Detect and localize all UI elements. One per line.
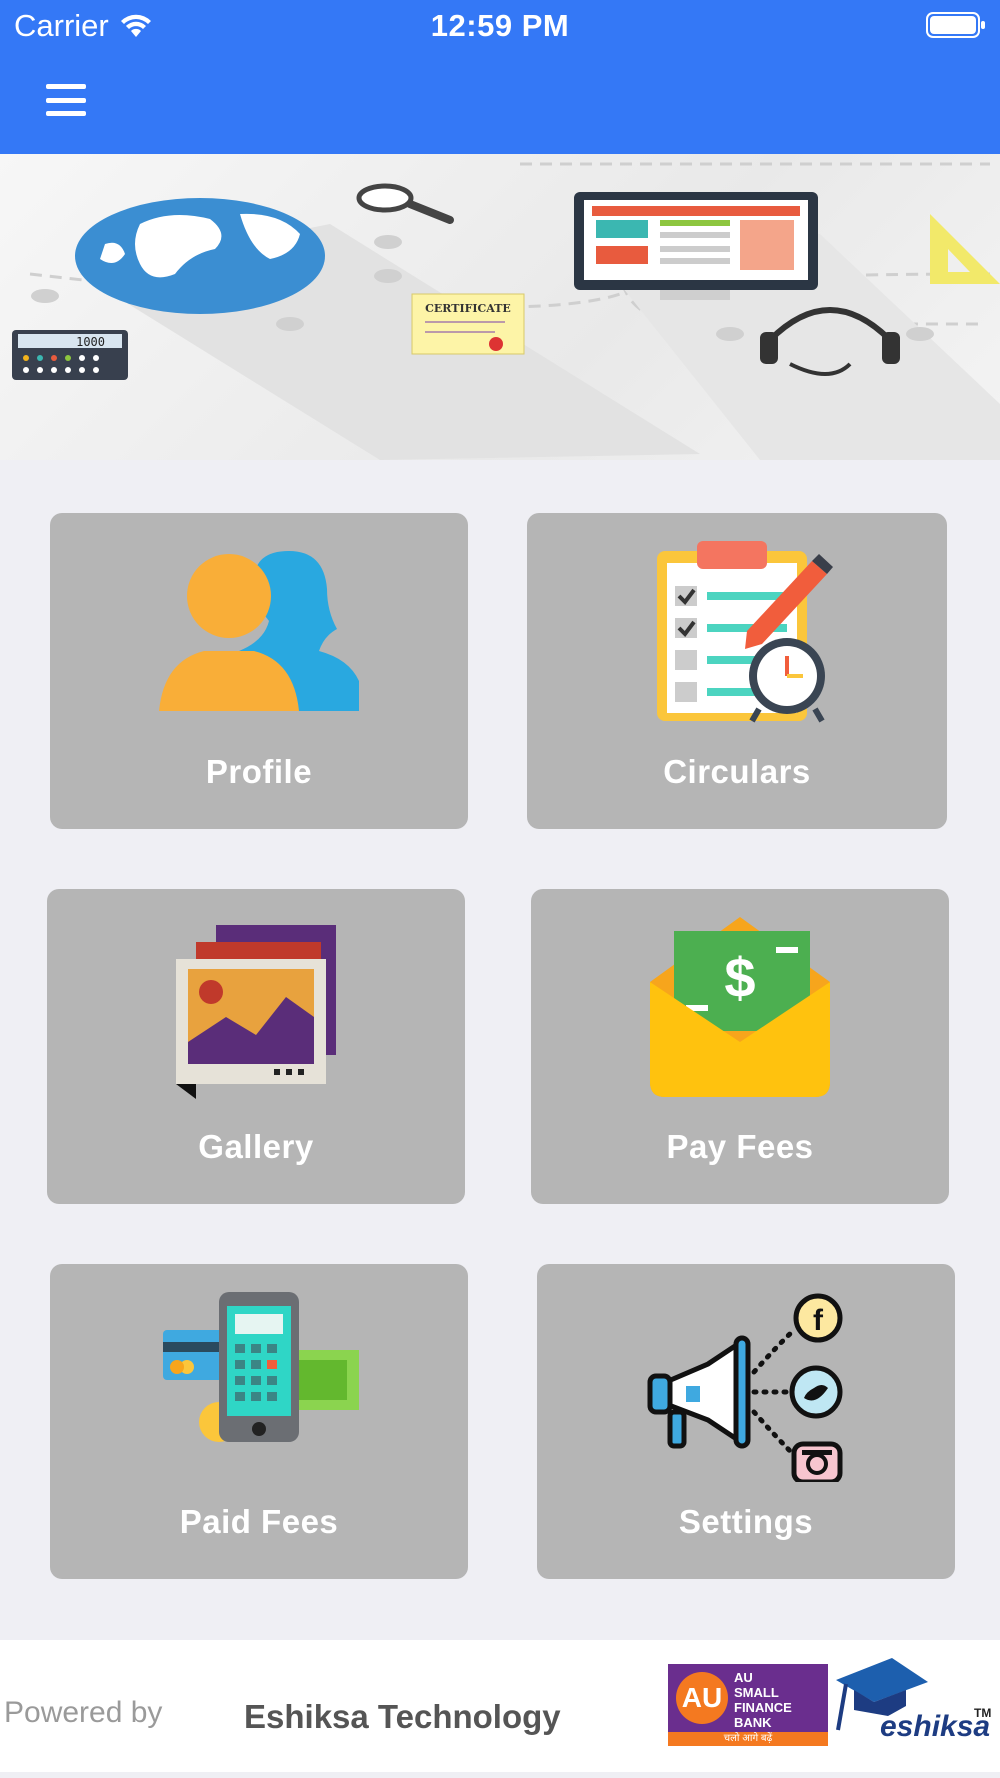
tile-label: Gallery (198, 1128, 314, 1165)
svg-text:f: f (813, 1304, 824, 1337)
trademark: TM (974, 1706, 992, 1720)
tile-label: Settings (678, 1503, 814, 1540)
status-time: 12:59 PM (430, 8, 570, 43)
au-tagline: चलो आगे बढ़ें (668, 1732, 828, 1746)
au-logo-text: AU SMALL FINANCE BANK (734, 1670, 792, 1730)
au-logo-circle: AU (676, 1672, 728, 1724)
facebook-icon: f (793, 1293, 843, 1343)
au-bank-logo: AU AU SMALL FINANCE BANK चलो आगे बढ़ें (668, 1664, 828, 1746)
settings-icon: f (647, 1293, 843, 1482)
tile-gallery[interactable]: Gallery (47, 889, 465, 1204)
hamburger-menu-icon[interactable] (46, 84, 86, 116)
circulars-icon (657, 541, 833, 723)
tile-settings[interactable]: f Settings (537, 1264, 955, 1579)
tile-circulars[interactable]: Circulars (527, 513, 947, 829)
battery-icon (926, 12, 985, 38)
tile-label: Profile (205, 753, 313, 790)
paid-fees-icon (163, 1292, 359, 1442)
tile-paid-fees[interactable]: Paid Fees (50, 1264, 468, 1579)
footer: Powered by Eshiksa Technology AU AU SMAL… (0, 1640, 1000, 1772)
company-name: Eshiksa Technology (244, 1698, 561, 1735)
tile-label: Pay Fees (666, 1128, 814, 1165)
banner-illustration: CERTIFICATE 1000 (12, 162, 1000, 460)
tile-profile[interactable]: Profile (50, 513, 468, 829)
instagram-icon (791, 1441, 843, 1482)
header-banner: CERTIFICATE 1000 (0, 154, 1000, 460)
top-app-bar: Carrier 12:59 PM (0, 0, 1000, 154)
magnifier-icon (356, 183, 454, 224)
svg-text:$: $ (724, 946, 755, 1009)
gallery-icon (176, 925, 336, 1099)
twitter-icon (789, 1365, 843, 1419)
powered-by-label: Powered by (4, 1696, 163, 1729)
triangle-ruler-icon (930, 214, 1000, 284)
tile-pay-fees[interactable]: $ Pay Fees (531, 889, 949, 1204)
tile-label: Circulars (663, 753, 811, 790)
monitor-icon (574, 192, 818, 300)
svg-text:CERTIFICATE: CERTIFICATE (425, 302, 511, 315)
svg-text:1000: 1000 (76, 335, 105, 349)
calculator-icon: 1000 (12, 330, 128, 380)
globe-icon (75, 198, 325, 314)
eshiksa-logo: eshiksa TM (832, 1658, 992, 1754)
pay-fees-icon: $ (650, 917, 830, 1097)
profile-icon (159, 551, 359, 711)
certificate-icon: CERTIFICATE (411, 293, 525, 355)
tile-label: Paid Fees (179, 1503, 339, 1540)
